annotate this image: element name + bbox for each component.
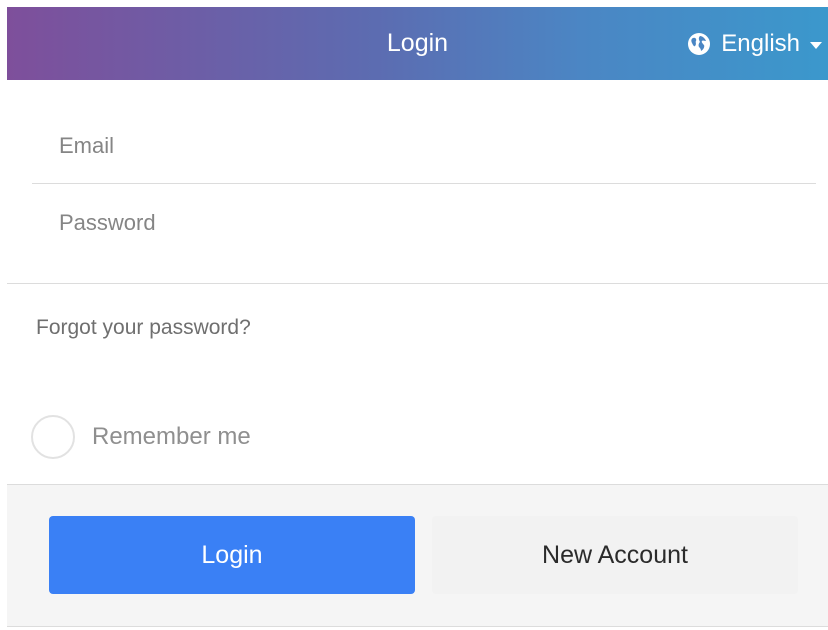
- email-field-container: [32, 109, 816, 184]
- globe-icon: [688, 32, 711, 55]
- language-label: English: [721, 29, 800, 57]
- login-button[interactable]: Login: [49, 516, 415, 594]
- remember-me-radio[interactable]: [31, 415, 75, 459]
- action-footer: Login New Account: [7, 484, 828, 627]
- form-divider: [7, 283, 828, 284]
- forgot-password-link[interactable]: Forgot your password?: [36, 316, 251, 340]
- header-bar: Login English: [7, 7, 828, 80]
- remember-me-label: Remember me: [92, 423, 251, 450]
- remember-me-toggle[interactable]: Remember me: [31, 413, 251, 461]
- email-field[interactable]: [32, 133, 816, 159]
- caret-down-icon: [810, 42, 822, 49]
- language-selector[interactable]: English: [687, 7, 822, 80]
- new-account-button[interactable]: New Account: [432, 516, 798, 594]
- password-field[interactable]: [32, 210, 816, 236]
- password-field-container: [32, 186, 816, 260]
